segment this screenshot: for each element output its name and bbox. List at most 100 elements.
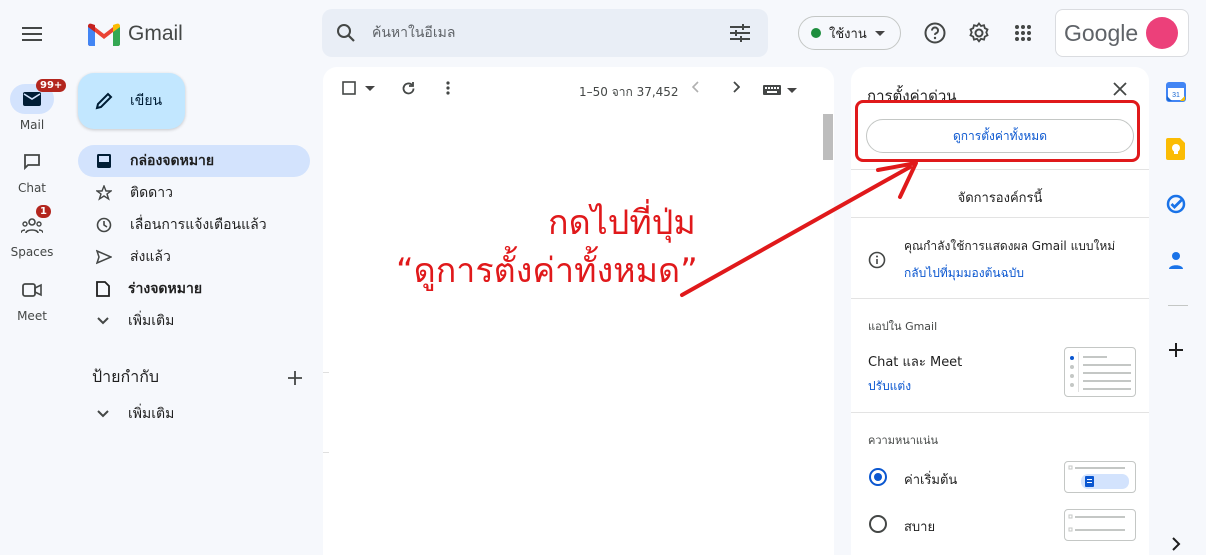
compose-button[interactable]: เขียน bbox=[78, 73, 185, 129]
annotation-highlight-box bbox=[855, 100, 1140, 162]
apps-section-title: แอปใน Gmail bbox=[868, 320, 938, 333]
google-apps-button[interactable] bbox=[1007, 17, 1039, 49]
more-options-button[interactable] bbox=[446, 81, 450, 95]
main-menu-button[interactable] bbox=[12, 14, 52, 54]
status-active-dot bbox=[811, 28, 821, 38]
chevron-down-icon bbox=[874, 30, 885, 36]
more-vert-icon bbox=[446, 81, 450, 95]
search-input[interactable]: ค้นหาในอีเมล bbox=[372, 22, 730, 44]
rail-mail-label: Mail bbox=[19, 118, 45, 132]
get-addons-button[interactable] bbox=[1166, 340, 1190, 364]
chat-meet-preview-thumbnail bbox=[1064, 347, 1136, 397]
draft-file-icon bbox=[96, 281, 110, 297]
rail-mail[interactable]: 99+ Mail bbox=[4, 79, 67, 132]
keep-bulb-icon bbox=[1166, 138, 1185, 160]
clock-icon bbox=[96, 217, 112, 233]
density-section-title: ความหนาแน่น bbox=[868, 434, 939, 447]
nav-starred-label: ติดดาว bbox=[130, 185, 173, 201]
star-icon bbox=[96, 185, 112, 201]
nav-drafts[interactable]: ร่างจดหมาย bbox=[78, 273, 310, 305]
video-camera-icon bbox=[22, 283, 42, 297]
status-selector[interactable]: ใช้งาน bbox=[798, 16, 901, 50]
select-checkbox[interactable] bbox=[342, 81, 375, 95]
gmail-m-icon bbox=[88, 23, 120, 46]
labels-more-label: เพิ่มเติม bbox=[128, 406, 175, 422]
chevron-down-icon bbox=[365, 85, 375, 91]
nav-more-label: เพิ่มเติม bbox=[128, 313, 175, 329]
account-switcher[interactable]: Google bbox=[1055, 9, 1189, 57]
mail-list-panel: 1–50 จาก 37,452 bbox=[323, 67, 834, 555]
keep-app-button[interactable] bbox=[1166, 138, 1190, 162]
mail-list-scrollbar[interactable] bbox=[823, 114, 833, 160]
rail-spaces[interactable]: 1 Spaces bbox=[4, 205, 60, 259]
density-comfortable-preview bbox=[1064, 509, 1136, 541]
customize-apps-link[interactable]: ปรับแต่ง bbox=[868, 377, 911, 396]
nav-drafts-label: ร่างจดหมาย bbox=[128, 281, 203, 297]
spaces-icon bbox=[21, 218, 43, 234]
labels-header: ป้ายกำกับ bbox=[92, 365, 302, 390]
chevron-left-icon bbox=[692, 81, 699, 93]
apps-grid-icon bbox=[1015, 25, 1031, 41]
compose-label: เขียน bbox=[130, 93, 163, 109]
older-page-button[interactable] bbox=[732, 81, 740, 93]
tasks-app-button[interactable] bbox=[1166, 194, 1190, 218]
annotation-arrow bbox=[680, 161, 918, 297]
rail-spaces-label: Spaces bbox=[10, 245, 54, 259]
input-tools-button[interactable] bbox=[763, 85, 797, 95]
rail-meet[interactable]: Meet bbox=[4, 275, 60, 323]
chat-icon bbox=[24, 154, 40, 171]
rail-chat-label: Chat bbox=[17, 181, 47, 195]
labels-more[interactable]: เพิ่มเติม bbox=[78, 398, 310, 430]
density-default-label: ค่าเริ่มต้น bbox=[904, 473, 958, 488]
gmail-wordmark: Gmail bbox=[128, 22, 183, 45]
send-icon bbox=[96, 249, 112, 265]
svg-text:31: 31 bbox=[1172, 92, 1180, 99]
nav-sent[interactable]: ส่งแล้ว bbox=[78, 241, 310, 273]
rail-meet-label: Meet bbox=[17, 309, 47, 323]
rail-chat[interactable]: Chat bbox=[4, 147, 60, 195]
nav-snoozed[interactable]: เลื่อนการแจ้งเตือนแล้ว bbox=[78, 209, 310, 241]
search-bar[interactable]: ค้นหาในอีเมล bbox=[322, 9, 768, 57]
search-options-icon[interactable] bbox=[730, 24, 750, 42]
newer-page-button[interactable] bbox=[692, 81, 700, 93]
contacts-app-button[interactable] bbox=[1166, 250, 1190, 274]
support-button[interactable] bbox=[919, 17, 951, 49]
gmail-logo[interactable]: Gmail bbox=[88, 18, 183, 50]
side-panel-divider bbox=[1168, 305, 1188, 306]
density-default-preview bbox=[1064, 461, 1136, 493]
status-label: ใช้งาน bbox=[829, 26, 867, 42]
close-quick-settings-button[interactable] bbox=[1113, 82, 1127, 96]
density-comfortable-radio[interactable] bbox=[869, 515, 887, 533]
show-side-panel-button[interactable] bbox=[1166, 534, 1190, 555]
search-icon[interactable] bbox=[336, 23, 356, 43]
mail-unread-badge: 99+ bbox=[36, 79, 67, 92]
calendar-app-button[interactable]: 31 bbox=[1166, 82, 1190, 106]
section-divider bbox=[851, 412, 1149, 413]
calendar-icon: 31 bbox=[1166, 82, 1186, 102]
chat-meet-label: Chat และ Meet bbox=[868, 355, 963, 370]
spaces-unread-badge: 1 bbox=[36, 205, 51, 218]
keyboard-icon bbox=[763, 85, 781, 95]
nav-inbox[interactable]: กล่องจดหมาย bbox=[78, 145, 310, 177]
close-icon bbox=[1113, 82, 1127, 96]
pencil-icon bbox=[95, 92, 113, 110]
nav-starred[interactable]: ติดดาว bbox=[78, 177, 310, 209]
row-divider bbox=[323, 452, 329, 453]
avatar[interactable] bbox=[1146, 17, 1179, 49]
refresh-button[interactable] bbox=[401, 81, 416, 96]
help-icon bbox=[924, 22, 946, 44]
annotation-text-line1: กดไปที่ปุ่ม bbox=[548, 203, 696, 243]
plus-icon bbox=[1169, 343, 1183, 357]
density-default-radio[interactable] bbox=[869, 468, 887, 486]
tasks-check-icon bbox=[1166, 194, 1186, 214]
contacts-person-icon bbox=[1169, 252, 1183, 269]
inbox-icon bbox=[97, 154, 111, 168]
plus-icon[interactable] bbox=[288, 370, 302, 385]
refresh-icon bbox=[402, 82, 415, 95]
annotation-text-line2: “ดูการตั้งค่าทั้งหมด” bbox=[396, 251, 698, 291]
density-comfortable-label: สบาย bbox=[904, 520, 936, 535]
nav-more[interactable]: เพิ่มเติม bbox=[78, 305, 310, 337]
chevron-down-icon bbox=[97, 317, 109, 325]
google-wordmark: Google bbox=[1064, 19, 1139, 46]
settings-button[interactable] bbox=[963, 17, 995, 49]
